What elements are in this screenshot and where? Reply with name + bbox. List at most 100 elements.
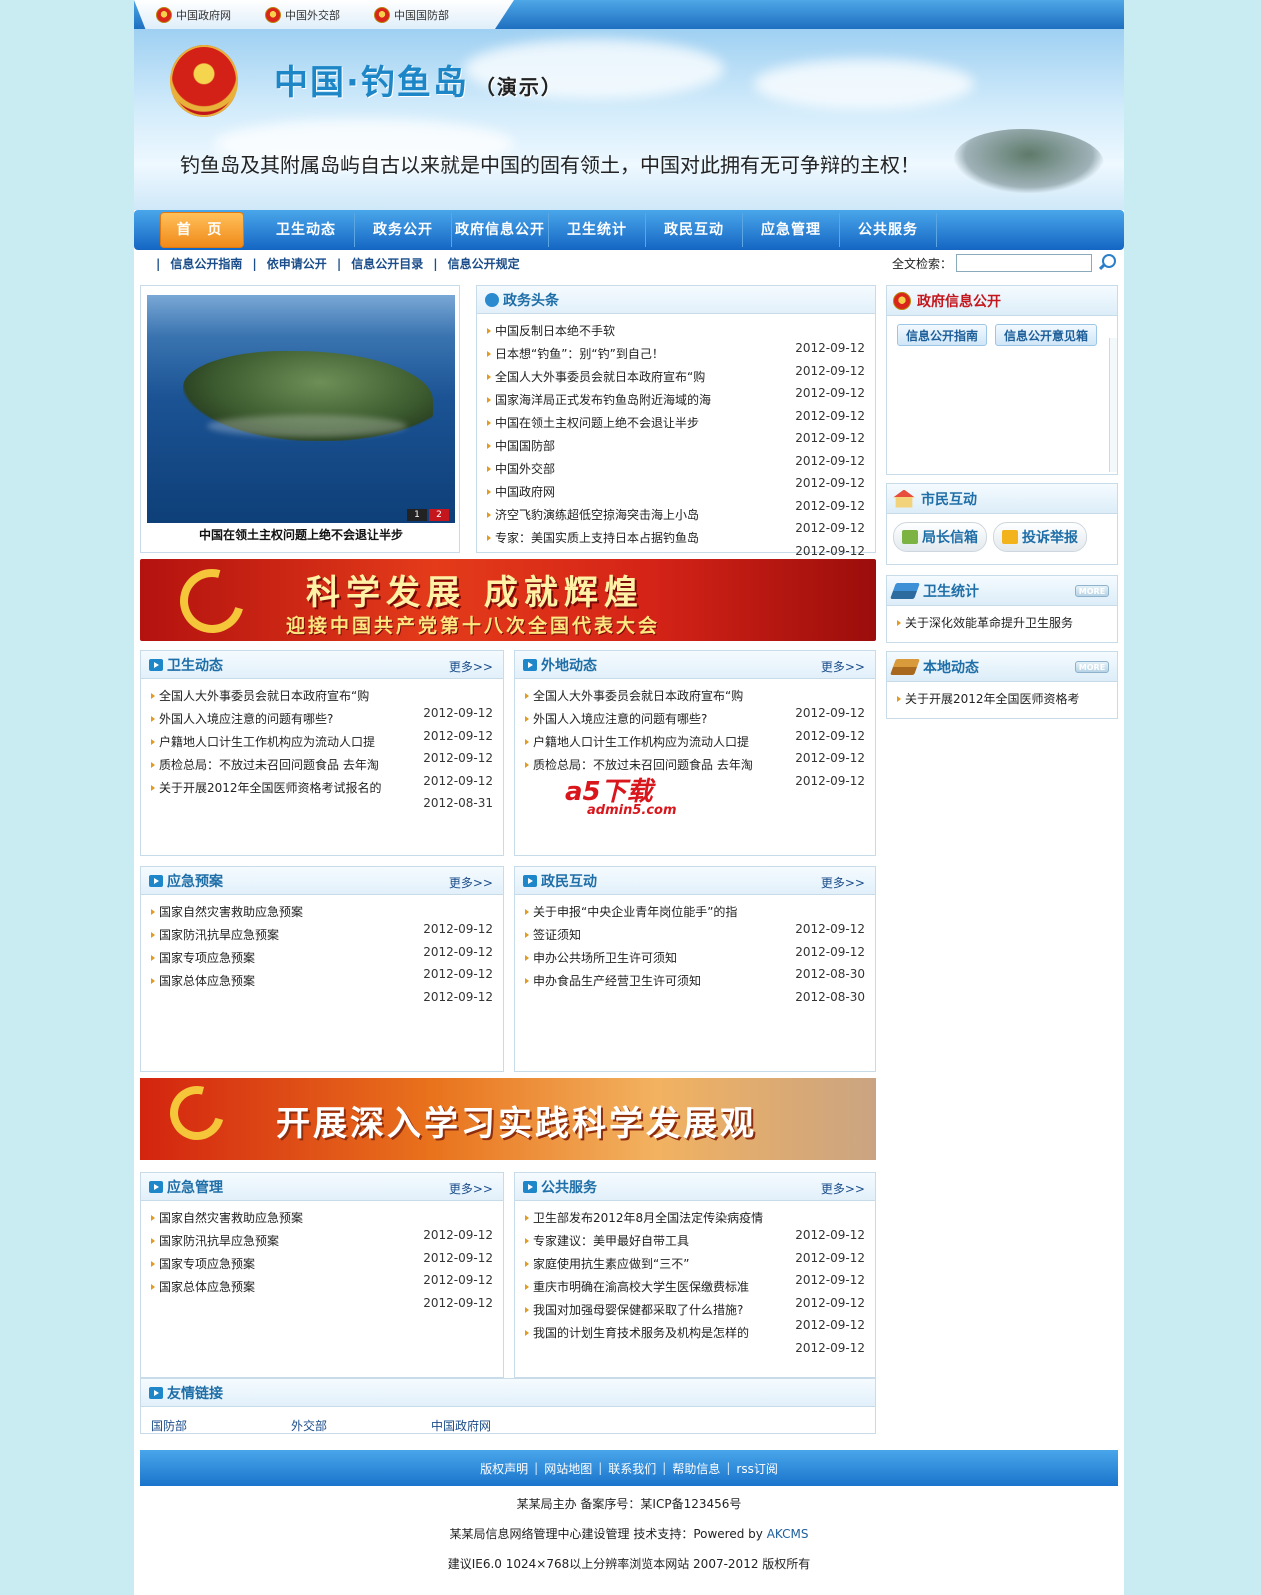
search-area: 全文检索： <box>892 253 1116 273</box>
subnav-apply[interactable]: 依申请公开 <box>252 255 327 272</box>
subnav-rules[interactable]: 信息公开规定 <box>433 255 520 272</box>
nav-public-service[interactable]: 公共服务 <box>840 213 937 247</box>
more-link[interactable]: 更多>> <box>821 1180 865 1197</box>
stats-header: 卫生统计 MORE <box>887 576 1117 606</box>
friend-link-mfa[interactable]: 外交部 <box>291 1417 431 1434</box>
nav-emergency[interactable]: 应急管理 <box>743 213 840 247</box>
more-link[interactable]: 更多>> <box>821 658 865 675</box>
panel-dates: 2012-09-12 2012-09-12 2012-09-12 2012-09-12… <box>423 702 493 815</box>
nav-home[interactable]: 首 页 <box>160 212 244 248</box>
footer-links-bar: 版权声明 | 网站地图 | 联系我们 | 帮助信息 | rss订阅 <box>140 1450 1118 1486</box>
slide-page-1[interactable]: 1 <box>407 509 427 521</box>
top-link-gov[interactable]: 中国政府网 <box>156 6 231 23</box>
panel-header: 政民互动 更多>> <box>515 867 875 895</box>
friend-links-row: 国防部 外交部 中国政府网 <box>141 1407 875 1434</box>
emblem-icon <box>265 6 281 23</box>
hammer-sickle-icon <box>160 1078 234 1150</box>
date-text: 2012-09-12 <box>423 1295 493 1310</box>
slide-page-2[interactable]: 2 <box>429 509 449 521</box>
list-item[interactable]: 关于深化效能革命提升卫生服务 <box>897 612 1107 635</box>
gov-info-box: 政府信息公开 信息公开指南 信息公开意见箱 <box>886 285 1118 475</box>
tab-info-mailbox[interactable]: 信息公开意见箱 <box>995 324 1098 346</box>
banner1-headline: 科学发展 成就辉煌 <box>306 573 644 613</box>
separator: | <box>534 1461 539 1475</box>
top-bar: 中国政府网 中国外交部 中国国防部 <box>134 0 1124 29</box>
complaint-button[interactable]: 投诉举报 <box>993 522 1087 552</box>
more-button[interactable]: MORE <box>1075 661 1109 673</box>
slideshow-caption[interactable]: 中国在领土主权问题上绝不会退让半步 <box>141 526 461 543</box>
separator: | <box>598 1461 603 1475</box>
nav-health-stats[interactable]: 卫生统计 <box>549 213 646 247</box>
slideshow-image[interactable]: 1 2 <box>147 295 455 523</box>
nav-gov-affairs[interactable]: 政务公开 <box>355 213 452 247</box>
panel-dates: 2012-09-12 2012-09-12 2012-09-12 2012-09-12 <box>423 918 493 1008</box>
date-text: 2012-09-12 <box>423 1228 493 1242</box>
top-link-mfa[interactable]: 中国外交部 <box>265 6 340 23</box>
date-text: 2012-09-12 <box>423 944 493 959</box>
more-link[interactable]: 更多>> <box>449 1180 493 1197</box>
banner-18th-congress[interactable]: 科学发展 成就辉煌 迎接中国共产党第十八次全国代表大会 <box>140 559 876 641</box>
panel-header: 外地动态 更多>> <box>515 651 875 679</box>
top-link-mod[interactable]: 中国国防部 <box>374 6 449 23</box>
nav-gov-info[interactable]: 政府信息公开 <box>452 213 549 247</box>
search-input[interactable] <box>956 254 1092 272</box>
video-icon <box>523 874 537 887</box>
date-text: 2012-09-12 <box>795 922 865 936</box>
banner2-headline: 开展深入学习实践科学发展观 <box>276 1104 757 1144</box>
nav-health-news[interactable]: 卫生动态 <box>258 213 355 247</box>
video-icon <box>523 1180 537 1193</box>
banner-science-development[interactable]: 开展深入学习实践科学发展观 <box>140 1078 876 1160</box>
nav-interaction[interactable]: 政民互动 <box>646 213 743 247</box>
panel-title: 卫生动态 <box>167 657 223 674</box>
book-icon <box>890 658 920 675</box>
footer-line-1: 某某局主办 备案序号：某ICP备123456号 <box>516 1497 742 1511</box>
emblem-icon <box>893 291 911 310</box>
gov-info-scrollbar[interactable] <box>1109 338 1117 472</box>
subnav-catalog[interactable]: 信息公开目录 <box>337 255 423 272</box>
video-icon <box>149 874 163 887</box>
friend-links: 友情链接 国防部 外交部 中国政府网 <box>140 1378 876 1434</box>
headlines-dates: 2012-09-12 2012-09-12 2012-09-12 2012-09-12… <box>795 337 865 562</box>
more-link[interactable]: 更多>> <box>449 874 493 891</box>
footer-link[interactable]: 帮助信息 <box>672 1460 720 1477</box>
footer-link[interactable]: rss订阅 <box>736 1460 777 1477</box>
top-links: 中国政府网 中国外交部 中国国防部 <box>134 0 514 29</box>
footer-link[interactable]: 版权声明 <box>480 1460 528 1477</box>
friend-link-gov[interactable]: 中国政府网 <box>431 1417 571 1434</box>
header-slogan: 钓鱼岛及其附属岛屿自古以来就是中国的固有领土，中国对此拥有无可争辩的主权！ <box>180 153 920 177</box>
stats-title: 卫生统计 <box>923 583 979 600</box>
emblem-icon <box>374 6 390 23</box>
more-link[interactable]: 更多>> <box>449 658 493 675</box>
tab-info-guide[interactable]: 信息公开指南 <box>897 324 988 346</box>
subnav-guide[interactable]: 信息公开指南 <box>156 255 242 272</box>
akcms-link[interactable]: AKCMS <box>767 1527 809 1541</box>
more-link[interactable]: 更多>> <box>821 874 865 891</box>
footer-link[interactable]: 网站地图 <box>544 1460 592 1477</box>
date-text: 2012-09-12 <box>423 1273 493 1287</box>
date-text: 2012-09-12 <box>795 363 865 378</box>
list-item[interactable]: 关于开展2012年全国医师资格考 <box>897 688 1107 711</box>
friend-link-mod[interactable]: 国防部 <box>151 1417 291 1434</box>
date-text: 2012-09-12 <box>795 498 865 513</box>
date-text: 2012-08-30 <box>795 967 865 981</box>
more-button[interactable]: MORE <box>1075 585 1109 597</box>
panel-title: 政民互动 <box>541 873 597 890</box>
director-mailbox-button[interactable]: 局长信箱 <box>893 522 987 552</box>
search-icon[interactable] <box>1096 253 1116 273</box>
local-news-list: 关于开展2012年全国医师资格考 <box>887 682 1117 711</box>
friend-links-title: 友情链接 <box>167 1385 223 1402</box>
hammer-sickle-icon <box>168 559 256 641</box>
headlines-header: 政务头条 <box>477 286 875 314</box>
footer-link[interactable]: 联系我们 <box>608 1460 656 1477</box>
video-icon <box>149 658 163 671</box>
header-banner: 中国·钓鱼岛 （演示） 钓鱼岛及其附属岛屿自古以来就是中国的固有领土，中国对此拥有… <box>134 29 1124 210</box>
cloud-decoration <box>754 59 974 109</box>
date-text: 2012-09-12 <box>795 773 865 788</box>
island-image <box>954 129 1104 193</box>
complaint-icon <box>1002 530 1018 544</box>
site-title: 中国·钓鱼岛 （演示） <box>274 63 563 103</box>
house-icon <box>893 489 915 508</box>
island-shore <box>207 415 407 437</box>
sub-nav: 信息公开指南 依申请公开 信息公开目录 信息公开规定 全文检索： <box>134 250 1124 276</box>
panel-public-service: 公共服务 更多>> 卫生部发布2012年8月全国法定传染病疫情 专家建议：美甲最好自… <box>514 1172 876 1378</box>
